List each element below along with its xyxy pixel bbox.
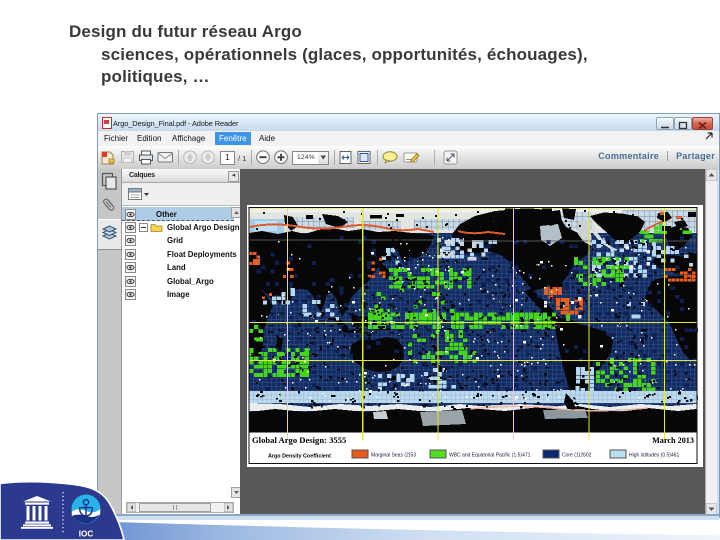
svg-text:March 2013: March 2013 (652, 436, 694, 445)
svg-text:Argo Density Coefficient: Argo Density Coefficient (268, 454, 331, 460)
svg-text:Global Argo Design: 3555: Global Argo Design: 3555 (252, 435, 346, 445)
svg-text:Marginal Seas (2)53: Marginal Seas (2)53 (371, 453, 416, 459)
svg-text:Core (1)2602: Core (1)2602 (562, 453, 592, 459)
svg-text:IOC: IOC (79, 530, 94, 539)
svg-text:WBC and Equatorial Pacific (1.: WBC and Equatorial Pacific (1.5)471 (449, 453, 531, 459)
svg-text:High latitudes (0.5)461: High latitudes (0.5)461 (629, 453, 680, 459)
